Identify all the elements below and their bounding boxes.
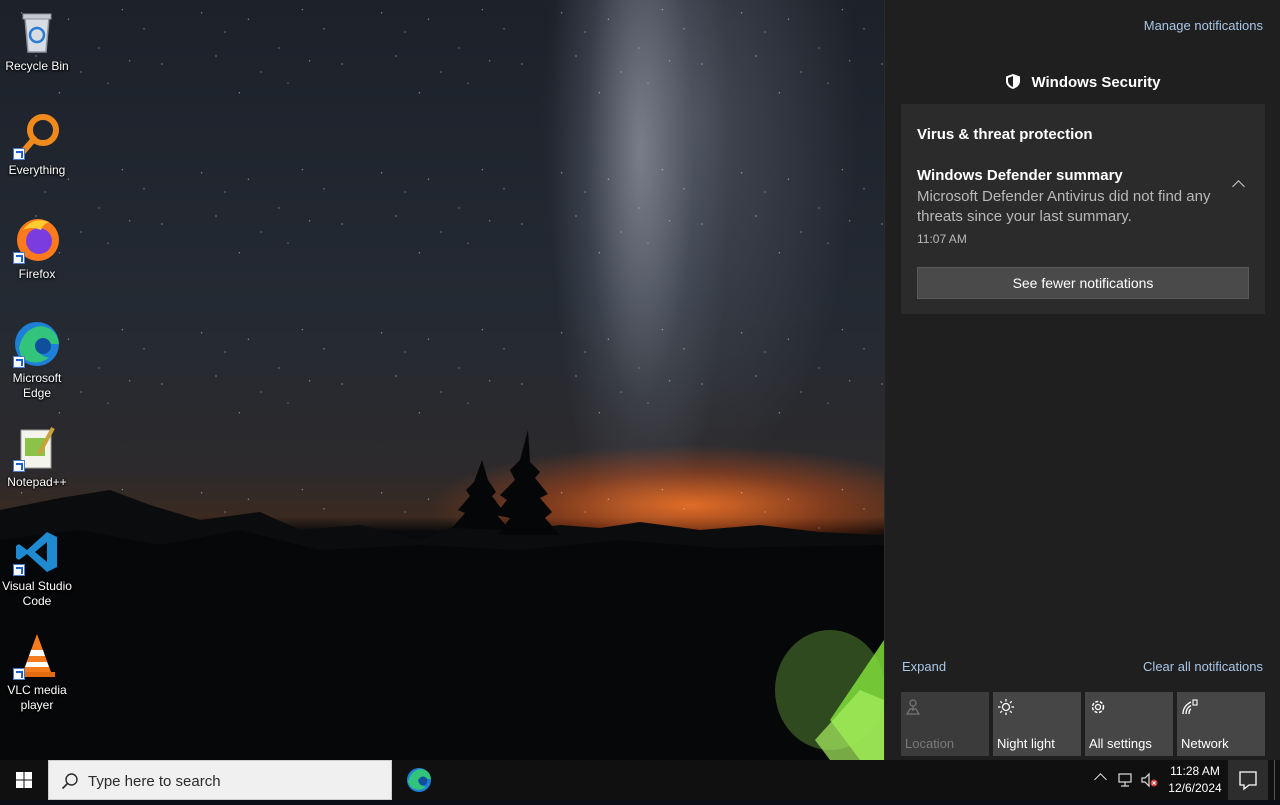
- gear-icon: [1089, 698, 1107, 721]
- notification-category: Virus & threat protection: [917, 126, 1093, 143]
- vscode-icon: [13, 528, 61, 576]
- action-center-panel: Manage notifications Windows Security Vi…: [884, 0, 1280, 760]
- quick-action-network[interactable]: Network: [1177, 692, 1265, 756]
- clock-date: 12/6/2024: [1168, 781, 1222, 795]
- notification-time: 11:07 AM: [917, 232, 967, 246]
- desktop-icon-label: Visual Studio: [2, 579, 72, 593]
- shield-icon: [1005, 73, 1021, 94]
- notification-group-title: Windows Security: [1031, 74, 1161, 91]
- windows-logo-icon: [16, 772, 32, 788]
- desktop-icon-label: VLC media: [7, 683, 67, 697]
- desktop-icon-label: Microsoft: [12, 371, 62, 385]
- action-center-button[interactable]: [1228, 760, 1268, 800]
- quick-action-label: Location: [905, 736, 955, 751]
- shortcut-arrow-icon: [13, 564, 25, 576]
- shortcut-arrow-icon: [13, 460, 25, 472]
- shortcut-arrow-icon: [13, 668, 25, 680]
- volume-muted-icon[interactable]: [1140, 772, 1160, 793]
- location-icon: [905, 698, 921, 721]
- notification-icon: [1239, 771, 1257, 791]
- quick-action-all-settings[interactable]: All settings: [1085, 692, 1173, 756]
- desktop-icon-vscode[interactable]: Visual Studio Code: [0, 528, 74, 609]
- notification-title: Windows Defender summary: [917, 167, 1123, 184]
- expand-link[interactable]: Expand: [902, 659, 946, 674]
- notification-body: Microsoft Defender Antivirus did not fin…: [917, 188, 1211, 225]
- vlc-icon: [13, 632, 61, 680]
- desktop-icon-label: player: [20, 698, 54, 712]
- desktop-icon-recycle-bin[interactable]: Recycle Bin: [0, 8, 74, 74]
- desktop-icon-everything[interactable]: Everything: [0, 112, 74, 178]
- edge-icon: [13, 320, 61, 368]
- shortcut-arrow-icon: [13, 356, 25, 368]
- notepadpp-icon: [13, 424, 61, 472]
- everything-icon: [13, 112, 61, 160]
- edge-icon: [407, 768, 431, 792]
- recycle-bin-icon: [13, 8, 61, 56]
- network-icon: [1181, 698, 1199, 721]
- search-icon: [61, 772, 79, 795]
- shortcut-arrow-icon: [13, 148, 25, 160]
- shortcut-arrow-icon: [13, 252, 25, 264]
- desktop-icon-firefox[interactable]: Firefox: [0, 216, 74, 282]
- taskbar-clock[interactable]: 11:28 AM 12/6/2024: [1164, 763, 1226, 797]
- start-button[interactable]: [0, 760, 48, 800]
- taskbar-search-box[interactable]: Type here to search: [48, 760, 392, 800]
- firefox-icon: [13, 216, 61, 264]
- quick-action-night-light[interactable]: Night light: [993, 692, 1081, 756]
- show-hidden-icons-chevron-icon[interactable]: [1094, 773, 1107, 786]
- taskbar: Type here to search 11:28 AM 12/6/2024: [0, 760, 1280, 800]
- desktop-icon-microsoft-edge[interactable]: Microsoft Edge: [0, 320, 74, 401]
- clear-all-notifications-link[interactable]: Clear all notifications: [1143, 659, 1263, 674]
- desktop-wallpaper: [0, 0, 884, 760]
- quick-action-location[interactable]: Location: [901, 692, 989, 756]
- desktop-icon-vlc[interactable]: VLC media player: [0, 632, 74, 713]
- wallpaper-silhouette: [0, 430, 884, 760]
- night-light-icon: [997, 698, 1015, 721]
- desktop-icon-label: Recycle Bin: [5, 59, 69, 73]
- desktop-icon-label: Everything: [8, 163, 66, 177]
- quick-action-label: Network: [1181, 736, 1229, 751]
- desktop-icon-label: Code: [22, 594, 52, 608]
- notification-group-header: Windows Security: [885, 73, 1280, 94]
- quick-action-label: Night light: [997, 736, 1055, 751]
- desktop-icon-notepadpp[interactable]: Notepad++: [0, 424, 74, 490]
- manage-notifications-link[interactable]: Manage notifications: [1144, 18, 1263, 33]
- notification-card[interactable]: Virus & threat protection Windows Defend…: [901, 104, 1265, 314]
- network-wired-icon[interactable]: [1117, 772, 1135, 793]
- taskbar-edge-button[interactable]: [400, 760, 440, 800]
- quick-action-label: All settings: [1089, 736, 1152, 751]
- clock-time: 11:28 AM: [1170, 764, 1220, 778]
- desktop-icon-label: Notepad++: [7, 475, 67, 489]
- search-placeholder: Type here to search: [88, 773, 221, 790]
- desktop-icon-label: Firefox: [18, 267, 56, 281]
- see-fewer-notifications-button[interactable]: See fewer notifications: [917, 267, 1249, 299]
- show-desktop-button[interactable]: [1274, 760, 1280, 800]
- desktop-icon-label: Edge: [22, 386, 52, 400]
